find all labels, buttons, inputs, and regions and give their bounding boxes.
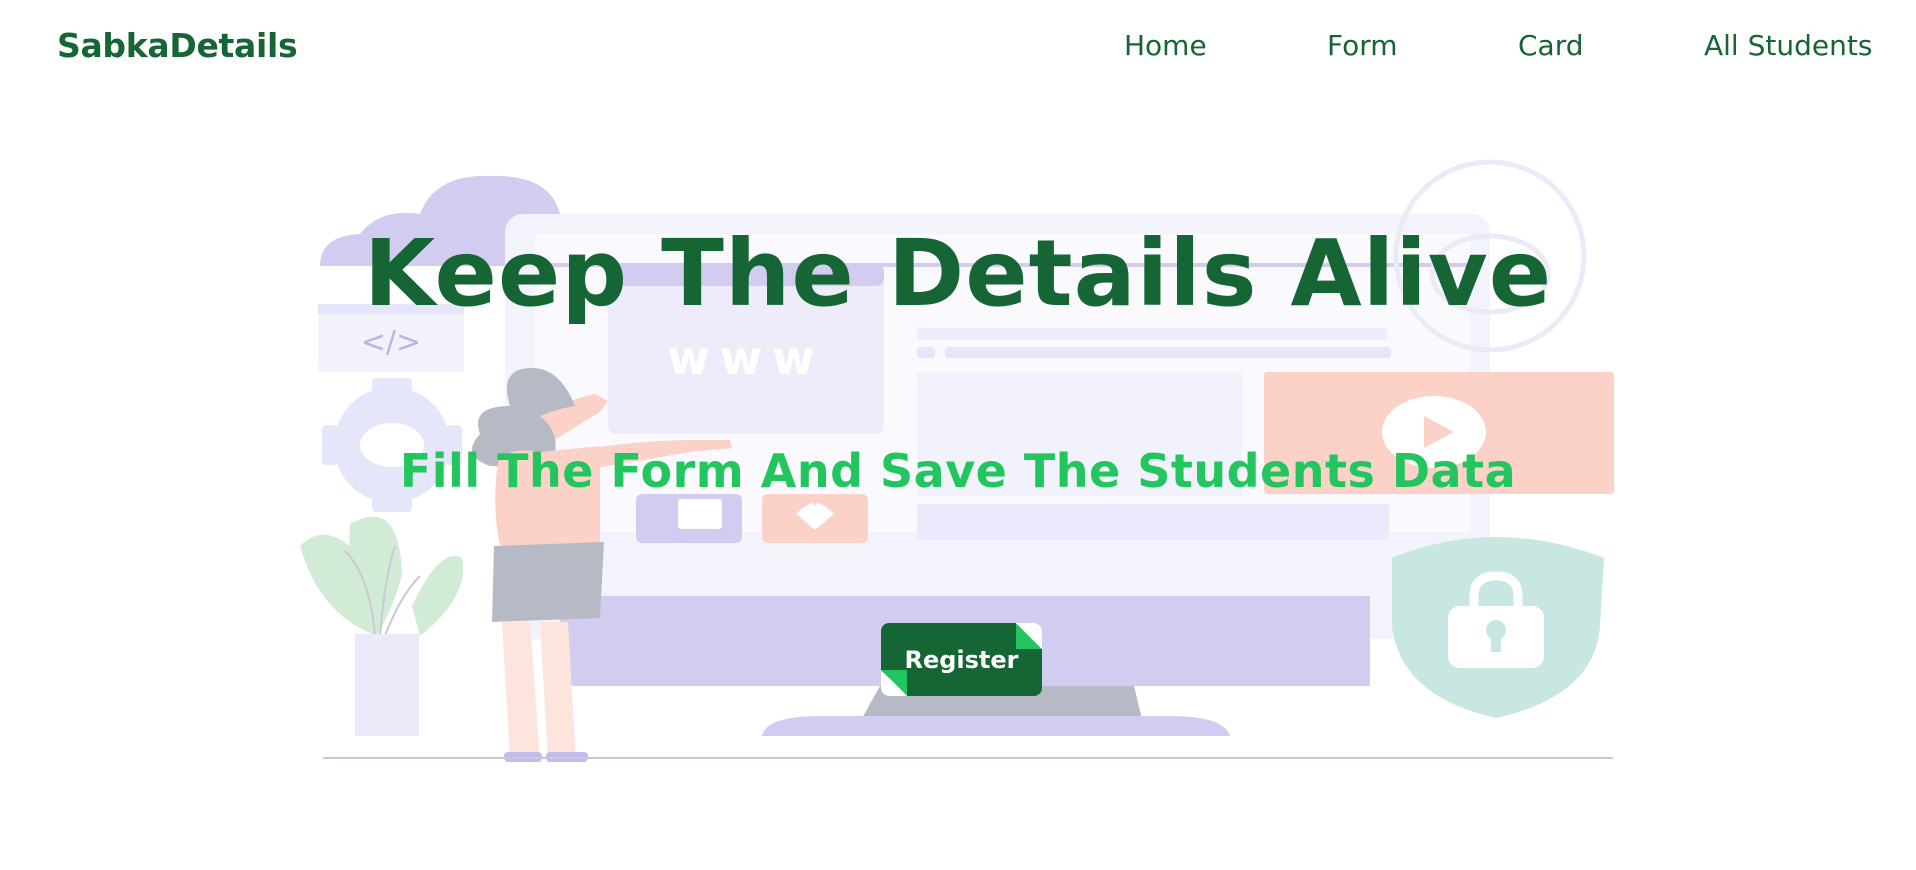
hero-title: Keep The Details Alive — [363, 220, 1553, 327]
plant — [300, 516, 464, 736]
fold-corner-decoration — [1016, 623, 1042, 649]
navbar: SabkaDetails Home Form Card All Students — [0, 0, 1916, 96]
nav-link-all-students[interactable]: All Students — [1704, 29, 1872, 62]
nav-link-card[interactable]: Card — [1518, 29, 1584, 62]
content-bar — [917, 504, 1389, 540]
hero-section: www </> Keep The Details Alive Fill The … — [0, 96, 1916, 796]
register-button-label: Register — [904, 645, 1019, 674]
hero-subtitle: Fill The Form And Save The Students Data — [399, 444, 1517, 498]
register-button[interactable]: Register — [881, 623, 1042, 696]
content-line — [917, 328, 1387, 340]
content-line — [945, 347, 1391, 358]
www-text: www — [667, 331, 825, 385]
brand-logo[interactable]: SabkaDetails — [57, 26, 298, 65]
nav-link-form[interactable]: Form — [1327, 29, 1398, 62]
shield-icon — [1392, 537, 1604, 718]
monitor-base — [762, 716, 1230, 736]
ground-line — [323, 757, 1613, 759]
nav-link-home[interactable]: Home — [1124, 29, 1207, 62]
content-line — [917, 347, 935, 358]
small-card-page — [678, 499, 722, 529]
fold-corner-decoration — [881, 670, 907, 696]
code-tag-text: </> — [361, 325, 421, 360]
